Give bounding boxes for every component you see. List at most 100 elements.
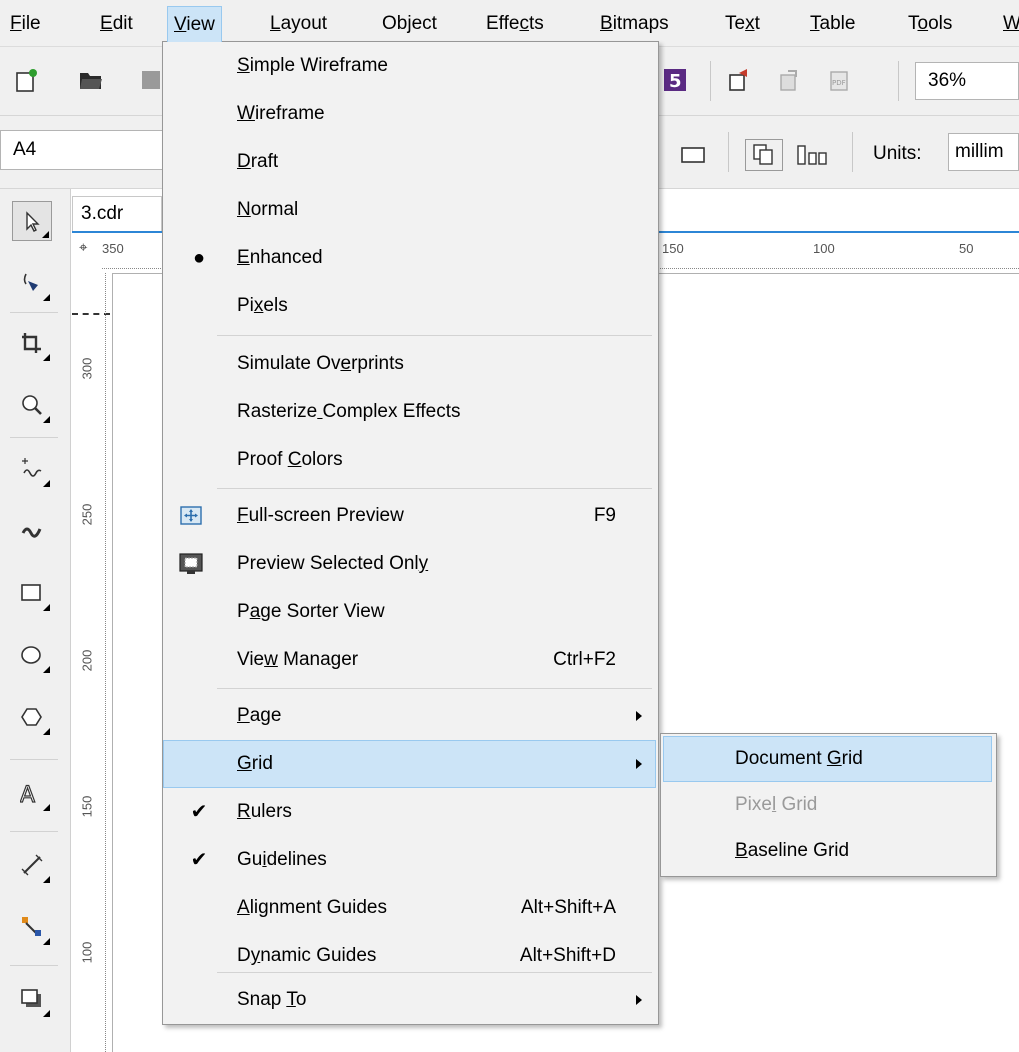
menu-table[interactable]: Table [810, 12, 855, 36]
radio-selected-icon: ● [192, 247, 206, 269]
import-icon[interactable] [727, 67, 753, 93]
vertical-ruler[interactable]: 300 250 200 150 100 [72, 273, 113, 1052]
crop-icon [22, 333, 41, 353]
menu-tools[interactable]: Tools [908, 12, 952, 36]
menu-separator [217, 488, 652, 489]
open-folder-icon[interactable] [78, 67, 104, 93]
ruler-ticks [105, 273, 106, 1052]
menu-object[interactable]: Object [382, 12, 437, 36]
magnifier-icon [22, 395, 42, 415]
menu-item-label: Grid [237, 753, 273, 774]
menu-item-full-screen-preview[interactable]: Full-screen Preview F9 [163, 492, 656, 540]
menu-item-label: Simulate Overprints [237, 353, 404, 374]
menu-item-simple-wireframe[interactable]: Simple Wireframe [163, 42, 656, 90]
rectangle-tool[interactable] [12, 573, 52, 613]
document-tab[interactable]: 3.cdr [72, 196, 162, 232]
page-size-select[interactable]: A4 [0, 130, 170, 170]
menu-item-view-manager[interactable]: View Manager Ctrl+F2 [163, 636, 656, 684]
view-menu: Simple Wireframe Wireframe Draft Normal … [162, 41, 659, 1025]
connector-icon [22, 917, 41, 936]
menu-item-baseline-grid[interactable]: Baseline Grid [661, 828, 994, 874]
toolbar-separator [852, 132, 853, 172]
text-tool[interactable]: A [12, 773, 52, 813]
zoom-tool[interactable] [12, 385, 52, 425]
menu-item-label: Normal [237, 199, 299, 220]
menu-item-rasterize-complex-effects[interactable]: Rasterize Complex Effects [163, 388, 656, 436]
menu-item-document-grid[interactable]: Document Grid [663, 736, 992, 782]
export-icon[interactable] [778, 67, 804, 93]
ruler-label: 300 [79, 357, 95, 380]
ruler-label: 100 [79, 941, 95, 964]
menu-item-alignment-guides[interactable]: Alignment Guides Alt+Shift+A [163, 884, 656, 932]
menu-item-shortcut: Ctrl+F2 [553, 649, 616, 670]
ruler-label: 50 [959, 241, 974, 256]
freehand-tool[interactable] [12, 449, 52, 489]
menu-text[interactable]: Text [725, 12, 760, 36]
drop-shadow-tool[interactable] [12, 979, 52, 1019]
menu-item-guidelines[interactable]: ✔ Guidelines [163, 836, 656, 884]
dimension-tool[interactable] [12, 845, 52, 885]
current-page-icon[interactable] [796, 142, 830, 168]
landscape-orientation-icon[interactable] [680, 142, 706, 168]
menu-item-label: Simple Wireframe [237, 55, 388, 76]
menu-item-draft[interactable]: Draft [163, 138, 656, 186]
preview-selected-icon [178, 551, 204, 577]
menu-item-label: Page Sorter View [237, 601, 385, 622]
menu-item-label: Rulers [237, 801, 292, 822]
menu-item-proof-colors[interactable]: Proof Colors [163, 436, 656, 484]
ruler-label: 150 [79, 795, 95, 818]
menu-view[interactable]: View [167, 6, 222, 42]
crop-tool[interactable] [12, 323, 52, 363]
toolbar-separator [898, 61, 899, 101]
grid-submenu: Document Grid Pixel Grid Baseline Grid [660, 733, 997, 877]
publish-pdf-icon[interactable]: PDF [828, 67, 854, 93]
menu-item-label: Guidelines [237, 849, 327, 870]
corel-launcher-icon[interactable]: 5 [662, 67, 688, 93]
menu-item-label: Page [237, 705, 282, 726]
new-document-icon[interactable] [14, 67, 40, 93]
toolbox-separator [10, 759, 58, 760]
zoom-level-field[interactable]: 36% [915, 62, 1019, 100]
menu-edit[interactable]: Edit [100, 12, 133, 36]
menu-item-shortcut: Alt+Shift+A [520, 897, 616, 918]
menu-item-normal[interactable]: Normal [163, 186, 656, 234]
artistic-media-icon [21, 527, 42, 538]
pick-tool[interactable] [12, 201, 52, 241]
svg-text:5: 5 [669, 71, 682, 92]
units-select[interactable]: millim [948, 133, 1019, 171]
ellipse-tool[interactable] [12, 635, 52, 675]
menu-item-snap-to[interactable]: Snap To [163, 976, 656, 1024]
menu-file[interactable]: File [10, 12, 41, 36]
menu-item-enhanced[interactable]: ● Enhanced [163, 234, 656, 282]
menu-item-simulate-overprints[interactable]: Simulate Overprints [163, 340, 656, 388]
shape-node-icon [23, 273, 38, 291]
menu-window[interactable]: W [1003, 12, 1019, 36]
toolbox-separator [10, 437, 58, 438]
shape-tool[interactable] [12, 263, 52, 303]
menu-item-page-sorter-view[interactable]: Page Sorter View [163, 588, 656, 636]
menu-item-page[interactable]: Page [163, 692, 656, 740]
svg-text:PDF: PDF [832, 79, 846, 87]
menu-item-rulers[interactable]: ✔ Rulers [163, 788, 656, 836]
menu-item-label: Snap To [237, 989, 307, 1010]
connector-tool[interactable] [12, 907, 52, 947]
menu-item-shortcut: F9 [593, 505, 616, 526]
freehand-curve-icon [22, 458, 42, 477]
menu-effects[interactable]: Effects [486, 12, 544, 36]
menu-item-label: Rasterize Complex Effects [237, 401, 461, 422]
menu-item-label: Draft [237, 151, 279, 172]
polygon-tool[interactable] [12, 697, 52, 737]
menu-bitmaps[interactable]: Bitmaps [600, 12, 669, 36]
smart-drawing-tool[interactable] [12, 511, 52, 551]
menu-item-label: Wireframe [237, 103, 325, 124]
menu-item-preview-selected-only[interactable]: Preview Selected Only [163, 540, 656, 588]
menu-item-label: Pixels [237, 295, 288, 316]
ruler-origin-icon[interactable]: ⌖ [79, 239, 87, 256]
menu-layout[interactable]: Layout [270, 12, 327, 36]
menu-item-grid[interactable]: Grid [163, 740, 656, 788]
menu-bar: File Edit View Layout Object Effects Bit… [0, 0, 1019, 47]
toolbar-separator [728, 132, 729, 172]
menu-item-pixels[interactable]: Pixels [163, 282, 656, 330]
menu-item-wireframe[interactable]: Wireframe [163, 90, 656, 138]
all-pages-icon[interactable] [745, 139, 783, 171]
